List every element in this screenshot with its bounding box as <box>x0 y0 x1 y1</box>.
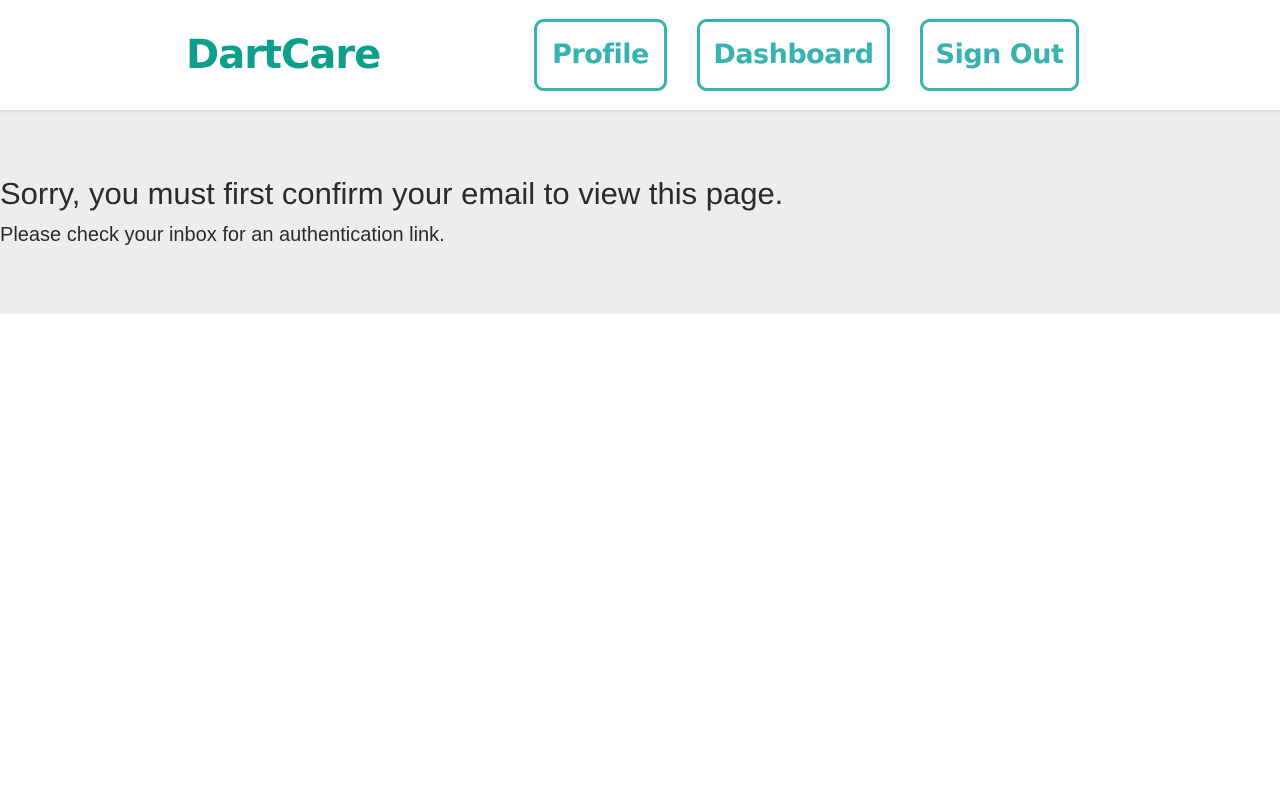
dashboard-button[interactable]: Dashboard <box>697 19 890 91</box>
notice-title: Sorry, you must first confirm your email… <box>0 176 784 211</box>
email-confirmation-notice: Sorry, you must first confirm your email… <box>0 110 1280 314</box>
notice-message: Please check your inbox for an authentic… <box>0 224 445 246</box>
sign-out-button[interactable]: Sign Out <box>920 19 1079 91</box>
profile-button[interactable]: Profile <box>534 19 667 91</box>
top-navbar: DartCare Profile Dashboard Sign Out <box>0 0 1280 110</box>
brand-logo[interactable]: DartCare <box>186 30 381 80</box>
